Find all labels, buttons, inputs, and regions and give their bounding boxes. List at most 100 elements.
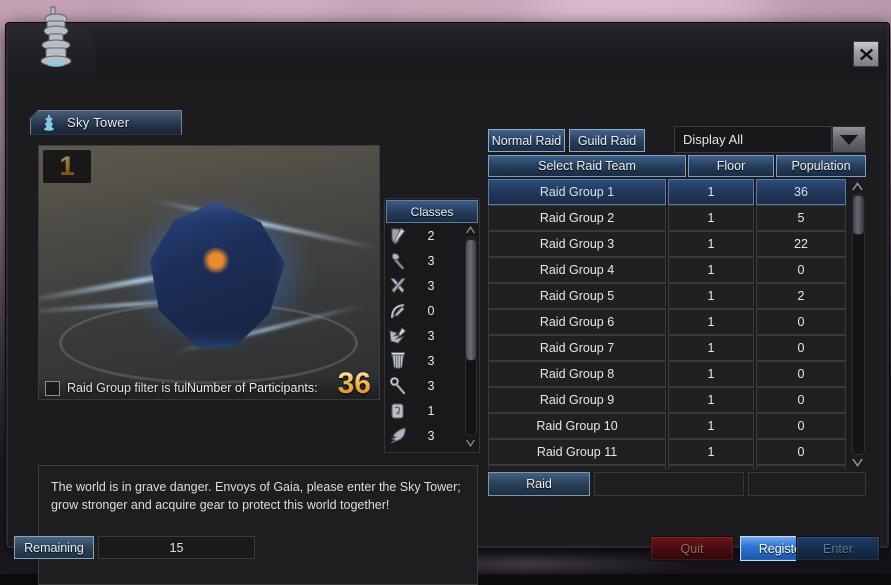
class-count: 3 <box>407 329 461 343</box>
cell-floor-label: 1 <box>708 237 715 251</box>
cell-floor[interactable]: 1 <box>668 387 754 413</box>
cell-team[interactable]: Raid Group 5 <box>488 283 666 309</box>
class-count: 0 <box>407 304 461 318</box>
cell-population[interactable]: 5 <box>756 205 846 231</box>
remaining-group: Remaining 15 <box>14 536 255 559</box>
normal-raid-button[interactable]: Normal Raid <box>488 129 565 152</box>
feather-dart-icon <box>389 427 407 445</box>
guild-raid-button[interactable]: Guild Raid <box>569 129 645 152</box>
axe-icon <box>389 252 407 270</box>
cell-floor[interactable]: 1 <box>668 361 754 387</box>
cell-population[interactable]: 0 <box>756 413 846 439</box>
column-header-team[interactable]: Select Raid Team <box>488 155 686 177</box>
class-row[interactable]: 3 <box>386 323 461 348</box>
cell-team-label: Raid Group 2 <box>540 211 614 225</box>
cell-floor[interactable]: 1 <box>668 283 754 309</box>
table-row[interactable]: Raid Group 3 1 22 <box>488 231 846 257</box>
class-row[interactable]: 3 <box>386 348 461 373</box>
raid-strip-field-2[interactable] <box>748 472 866 496</box>
raid-button[interactable]: Raid <box>488 472 590 496</box>
classes-scrollbar[interactable] <box>463 223 477 450</box>
class-row[interactable]: 3 <box>386 373 461 398</box>
cell-population[interactable]: 0 <box>756 387 846 413</box>
table-row[interactable]: Raid Group 10 1 0 <box>488 413 846 439</box>
cell-team[interactable]: Raid Group 10 <box>488 413 666 439</box>
cell-population[interactable]: 0 <box>756 361 846 387</box>
cell-floor[interactable]: 1 <box>668 309 754 335</box>
cell-team[interactable]: Raid Group 4 <box>488 257 666 283</box>
quit-button[interactable]: Quit <box>650 536 734 561</box>
close-button[interactable] <box>853 41 879 67</box>
cell-team[interactable]: Raid Group 1 <box>488 179 666 205</box>
raid-group-full-label: Raid Group filter is full. <box>67 381 193 395</box>
table-row[interactable]: Raid Group 9 1 0 <box>488 387 846 413</box>
table-row[interactable]: Raid Group 7 1 0 <box>488 335 846 361</box>
classes-scroll-down-button[interactable] <box>463 437 477 450</box>
display-filter-field[interactable]: Display All <box>674 126 832 153</box>
table-row[interactable]: Raid Group 12 1 0 <box>488 465 846 470</box>
cell-population[interactable]: 0 <box>756 439 846 465</box>
cell-team[interactable]: Raid Group 9 <box>488 387 666 413</box>
display-filter-value: Display All <box>683 132 743 147</box>
raid-table-scrollbar[interactable] <box>848 179 866 470</box>
table-row[interactable]: Raid Group 8 1 0 <box>488 361 846 387</box>
table-row[interactable]: Raid Group 5 1 2 <box>488 283 846 309</box>
raid-scroll-thumb[interactable] <box>852 195 865 235</box>
cell-floor[interactable]: 1 <box>668 335 754 361</box>
classes-scroll-thumb[interactable] <box>465 239 477 361</box>
column-header-population[interactable]: Population <box>776 155 866 177</box>
display-filter-toggle[interactable] <box>832 126 866 153</box>
class-row[interactable]: 2 <box>386 223 461 248</box>
class-row[interactable]: 3 <box>386 423 461 448</box>
cell-team[interactable]: Raid Group 8 <box>488 361 666 387</box>
cell-team[interactable]: Raid Group 6 <box>488 309 666 335</box>
raid-group-full-checkbox[interactable] <box>45 381 60 396</box>
cell-floor-label: 1 <box>708 445 715 459</box>
cell-population[interactable]: 2 <box>756 283 846 309</box>
cell-population[interactable]: 0 <box>756 465 846 470</box>
table-row[interactable]: Raid Group 6 1 0 <box>488 309 846 335</box>
cell-floor[interactable]: 1 <box>668 257 754 283</box>
display-filter-dropdown[interactable]: Display All <box>674 126 866 153</box>
cell-floor[interactable]: 1 <box>668 465 754 470</box>
raid-scroll-down-button[interactable] <box>848 456 866 470</box>
raid-scroll-up-button[interactable] <box>848 179 866 193</box>
cell-population-label: 0 <box>798 419 805 433</box>
raid-strip-field-1[interactable] <box>594 472 744 496</box>
class-row[interactable]: 1 <box>386 398 461 423</box>
table-row[interactable]: Raid Group 1 1 36 <box>488 179 846 205</box>
table-row[interactable]: Raid Group 4 1 0 <box>488 257 846 283</box>
cell-floor-label: 1 <box>708 289 715 303</box>
class-row[interactable]: 3 <box>386 273 461 298</box>
cell-population[interactable]: 0 <box>756 309 846 335</box>
cell-floor-label: 1 <box>708 419 715 433</box>
tab-sky-tower[interactable]: Sky Tower <box>30 110 182 135</box>
cell-team[interactable]: Raid Group 3 <box>488 231 666 257</box>
class-row[interactable]: 0 <box>386 298 461 323</box>
cell-population[interactable]: 36 <box>756 179 846 205</box>
column-header-population-label: Population <box>791 159 850 173</box>
cell-floor[interactable]: 1 <box>668 439 754 465</box>
cell-population[interactable]: 0 <box>756 257 846 283</box>
classes-scroll-up-button[interactable] <box>463 223 477 236</box>
cell-team-label: Raid Group 1 <box>540 185 614 199</box>
enter-button[interactable]: Enter <box>796 536 880 561</box>
cell-floor[interactable]: 1 <box>668 205 754 231</box>
column-header-floor[interactable]: Floor <box>688 155 774 177</box>
class-count: 3 <box>407 279 461 293</box>
cell-population[interactable]: 0 <box>756 335 846 361</box>
table-row[interactable]: Raid Group 2 1 5 <box>488 205 846 231</box>
cell-team[interactable]: Raid Group 7 <box>488 335 666 361</box>
cell-team[interactable]: Raid Group 2 <box>488 205 666 231</box>
cell-floor[interactable]: 1 <box>668 413 754 439</box>
cell-population[interactable]: 22 <box>756 231 846 257</box>
cell-team[interactable]: Raid Group 12 <box>488 465 666 470</box>
remaining-button[interactable]: Remaining <box>14 536 94 559</box>
cell-floor[interactable]: 1 <box>668 179 754 205</box>
class-row[interactable]: 3 <box>386 248 461 273</box>
classes-header[interactable]: Classes <box>386 200 478 223</box>
cell-team[interactable]: Raid Group 11 <box>488 439 666 465</box>
column-header-floor-label: Floor <box>717 159 745 173</box>
table-row[interactable]: Raid Group 11 1 0 <box>488 439 846 465</box>
cell-floor[interactable]: 1 <box>668 231 754 257</box>
